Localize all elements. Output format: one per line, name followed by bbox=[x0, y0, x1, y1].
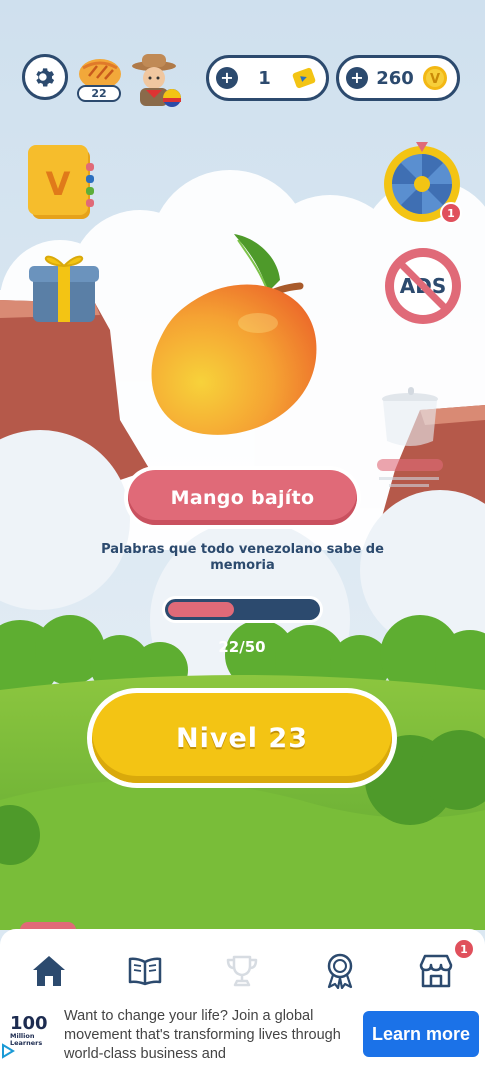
book-letter: V bbox=[46, 165, 71, 203]
add-keys-plus-icon[interactable]: + bbox=[216, 67, 238, 89]
advertiser-logo-number: 100 bbox=[10, 1013, 48, 1034]
nav-home[interactable] bbox=[29, 951, 69, 991]
dictionary-book-icon: V bbox=[28, 145, 94, 219]
keys-count: 1 bbox=[258, 67, 271, 89]
home-icon bbox=[33, 956, 65, 986]
gift-box-icon bbox=[29, 255, 99, 322]
coins-counter[interactable]: + 260 V bbox=[336, 55, 460, 101]
medal-icon bbox=[327, 953, 353, 989]
gift-button[interactable] bbox=[25, 244, 101, 324]
add-coins-plus-icon[interactable]: + bbox=[346, 67, 368, 89]
dictionary-book-button[interactable]: V bbox=[26, 143, 98, 223]
trophy-icon bbox=[226, 955, 258, 987]
ad-text: Want to change your life? Join a global … bbox=[64, 1008, 341, 1062]
level-progress-bar bbox=[162, 596, 323, 623]
no-ads-icon: ADS bbox=[385, 248, 461, 324]
advertiser-logo: 100 Million Learners bbox=[10, 1015, 50, 1055]
bottom-navigation: 1 bbox=[0, 929, 485, 1001]
play-level-button[interactable]: Nivel 23 bbox=[92, 693, 392, 783]
wheel-badge: 1 bbox=[440, 202, 462, 224]
faded-pot-item bbox=[375, 385, 445, 495]
category-button[interactable]: Mango bajíto bbox=[128, 470, 357, 525]
spin-wheel-button[interactable]: 1 bbox=[382, 140, 462, 226]
nav-trophy[interactable] bbox=[222, 951, 262, 991]
level-badge: 22 bbox=[77, 85, 121, 102]
settings-button[interactable] bbox=[22, 54, 68, 100]
farmer-avatar-icon bbox=[132, 54, 181, 107]
advertiser-logo-text: Million Learners bbox=[10, 1032, 43, 1047]
ad-banner[interactable]: 100 Million Learners Want to change your… bbox=[0, 1001, 485, 1080]
remove-ads-button[interactable]: ADS bbox=[383, 246, 463, 326]
game-scene: 22 + 1 + 260 V V 1 Mango bajíto Palabras… bbox=[0, 0, 485, 930]
shop-badge: 1 bbox=[453, 938, 475, 960]
progress-track bbox=[165, 599, 320, 620]
ad-choices-icon[interactable] bbox=[0, 1043, 16, 1059]
keys-counter[interactable]: + 1 bbox=[206, 55, 329, 101]
pot-icon bbox=[377, 387, 443, 487]
category-subtitle: Palabras que todo venezolano sabe de mem… bbox=[101, 542, 384, 573]
ticket-icon bbox=[292, 67, 316, 89]
coin-symbol: V bbox=[430, 72, 440, 87]
shop-icon bbox=[419, 954, 453, 988]
nav-shop[interactable] bbox=[416, 951, 456, 991]
player-avatar[interactable] bbox=[130, 52, 182, 108]
nav-achievements[interactable] bbox=[320, 951, 360, 991]
nav-book[interactable] bbox=[125, 951, 165, 991]
book-icon bbox=[128, 957, 162, 986]
mango-icon bbox=[151, 234, 317, 435]
gear-icon bbox=[36, 68, 55, 87]
coin-icon: V bbox=[423, 66, 447, 90]
category-image bbox=[138, 228, 328, 448]
ad-learn-more-button[interactable]: Learn more bbox=[363, 1011, 479, 1057]
progress-text: 22/50 bbox=[218, 638, 266, 656]
progress-fill bbox=[168, 602, 234, 617]
coins-count: 260 bbox=[376, 67, 414, 89]
